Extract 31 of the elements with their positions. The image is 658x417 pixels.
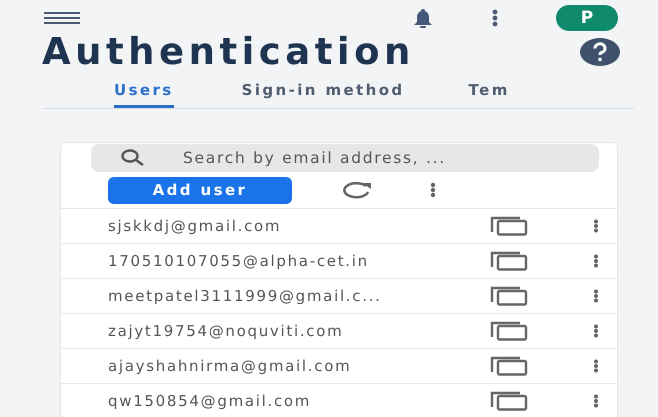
copy-icon[interactable] — [490, 391, 528, 411]
add-user-button[interactable]: Add user — [108, 176, 292, 204]
search-field[interactable]: Search by email address, ... — [91, 144, 599, 172]
user-email: zajyt19754@noquviti.com — [108, 322, 344, 340]
page-title: Authentication — [42, 32, 415, 72]
tab[interactable]: Sign-in method — [242, 80, 405, 108]
user-email: qw150854@gmail.com — [108, 392, 312, 410]
user-email: 170510107055@alpha-cet.in — [108, 252, 370, 270]
copy-icon[interactable] — [490, 251, 528, 271]
tab[interactable]: Tem — [468, 80, 510, 108]
user-email: meetpatel3111999@gmail.c... — [108, 287, 383, 305]
user-email: ajayshahnirma@gmail.com — [108, 357, 352, 375]
bell-icon[interactable] — [412, 8, 434, 28]
copy-icon[interactable] — [490, 356, 528, 376]
tab[interactable]: Users — [114, 80, 174, 108]
more-icon[interactable] — [492, 9, 498, 27]
more-icon[interactable] — [430, 182, 436, 198]
more-icon[interactable] — [593, 359, 599, 373]
more-icon[interactable] — [593, 324, 599, 338]
copy-icon[interactable] — [490, 286, 528, 306]
copy-icon[interactable] — [490, 216, 528, 236]
help-icon[interactable] — [580, 38, 620, 66]
more-icon[interactable] — [593, 254, 599, 268]
menu-icon[interactable] — [44, 12, 80, 24]
copy-icon[interactable] — [490, 321, 528, 341]
more-icon[interactable] — [593, 289, 599, 303]
avatar[interactable]: P — [556, 5, 618, 31]
more-icon[interactable] — [593, 219, 599, 233]
refresh-icon[interactable] — [340, 181, 374, 199]
user-email: sjskkdj@gmail.com — [108, 217, 282, 235]
more-icon[interactable] — [593, 394, 599, 408]
